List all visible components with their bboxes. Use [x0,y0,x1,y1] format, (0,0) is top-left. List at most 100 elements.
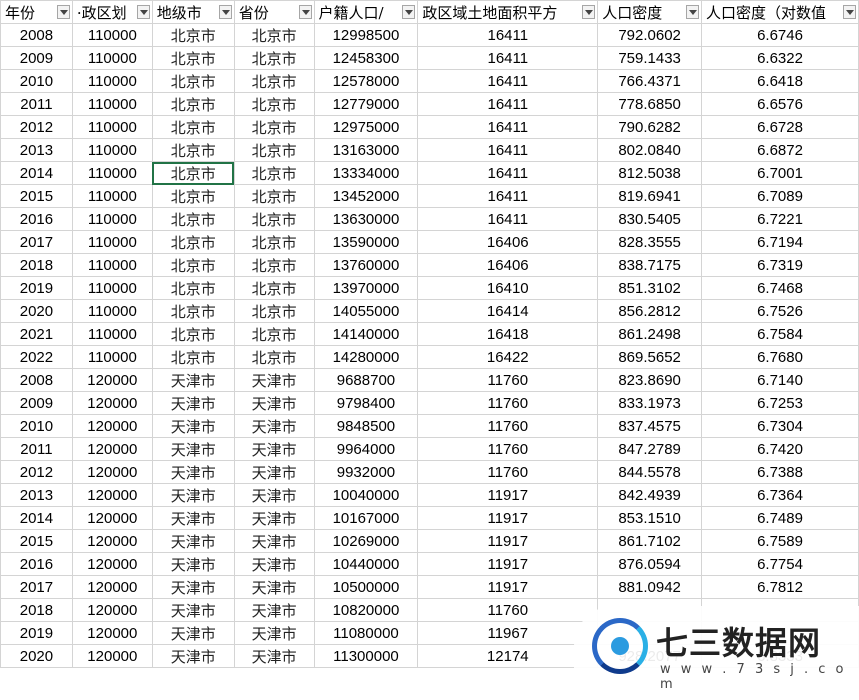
table-cell[interactable]: 北京市 [233,322,315,346]
table-cell[interactable]: 120000 [71,483,153,507]
table-cell[interactable]: 833.1973 [597,391,703,415]
table-cell[interactable]: 6.6746 [701,23,859,47]
table-cell[interactable]: 天津市 [233,460,315,484]
table-cell[interactable]: 12174 [417,644,599,668]
table-cell[interactable]: 11760 [417,414,599,438]
filter-dropdown-icon[interactable] [218,5,232,19]
table-cell[interactable]: 6.6322 [701,46,859,70]
column-header-6[interactable]: 人口密度 [597,0,703,24]
table-cell[interactable]: 天津市 [233,391,315,415]
table-cell[interactable]: 10269000 [313,529,419,553]
table-cell[interactable]: 823.8690 [597,368,703,392]
table-cell[interactable]: 11080000 [313,621,419,645]
table-cell[interactable]: 北京市 [233,299,315,323]
table-cell[interactable]: 2019 [0,621,73,645]
table-cell[interactable]: 11917 [417,575,599,599]
table-cell[interactable]: 天津市 [151,506,235,530]
table-cell[interactable]: 110000 [71,161,153,185]
filter-dropdown-icon[interactable] [843,5,856,19]
table-cell[interactable]: 110000 [71,138,153,162]
table-cell[interactable]: 12779000 [313,92,419,116]
table-cell[interactable]: 2008 [0,368,73,392]
table-cell[interactable]: 天津市 [233,598,315,622]
table-cell[interactable]: 14280000 [313,345,419,369]
table-cell[interactable]: 6.6728 [701,115,859,139]
table-cell[interactable]: 861.7102 [597,529,703,553]
table-cell[interactable]: 16411 [417,69,599,93]
table-cell[interactable]: 759.1433 [597,46,703,70]
table-cell[interactable]: 11760 [417,460,599,484]
table-cell[interactable]: 北京市 [233,46,315,70]
table-cell[interactable]: 778.6850 [597,92,703,116]
table-cell[interactable]: 天津市 [151,437,235,461]
table-cell[interactable]: 6.7589 [701,529,859,553]
filter-dropdown-icon[interactable] [298,5,312,19]
table-cell[interactable]: 790.6282 [597,115,703,139]
table-cell[interactable]: 14055000 [313,299,419,323]
table-cell[interactable]: 16411 [417,138,599,162]
table-cell[interactable]: 110000 [71,92,153,116]
table-cell[interactable]: 2019 [0,276,73,300]
table-cell[interactable]: 6.7319 [701,253,859,277]
table-cell[interactable]: 11917 [417,552,599,576]
table-cell[interactable]: 北京市 [151,161,235,185]
table-cell[interactable]: 120000 [71,621,153,645]
filter-dropdown-icon[interactable] [136,5,150,19]
table-cell[interactable]: 6.7089 [701,184,859,208]
table-cell[interactable]: 120000 [71,644,153,668]
table-cell[interactable]: 16406 [417,230,599,254]
table-cell[interactable]: 120000 [71,575,153,599]
table-cell[interactable]: 天津市 [151,621,235,645]
table-cell[interactable]: 北京市 [233,207,315,231]
table-cell[interactable]: 天津市 [151,552,235,576]
table-cell[interactable]: 6.7304 [701,414,859,438]
table-cell[interactable]: 851.3102 [597,276,703,300]
table-cell[interactable]: 110000 [71,184,153,208]
table-cell[interactable]: 110000 [71,115,153,139]
table-cell[interactable]: 北京市 [233,276,315,300]
table-cell[interactable]: 天津市 [233,483,315,507]
table-cell[interactable]: 2020 [0,299,73,323]
table-cell[interactable]: 110000 [71,345,153,369]
table-cell[interactable]: 120000 [71,460,153,484]
table-cell[interactable]: 10500000 [313,575,419,599]
table-cell[interactable]: 北京市 [233,23,315,47]
table-cell[interactable]: 792.0602 [597,23,703,47]
table-cell[interactable]: 766.4371 [597,69,703,93]
table-cell[interactable]: 2009 [0,46,73,70]
table-cell[interactable]: 北京市 [233,345,315,369]
table-cell[interactable]: 16410 [417,276,599,300]
table-cell[interactable]: 北京市 [151,322,235,346]
table-cell[interactable]: 9964000 [313,437,419,461]
table-cell[interactable]: 110000 [71,207,153,231]
table-cell[interactable]: 10440000 [313,552,419,576]
table-cell[interactable]: 853.1510 [597,506,703,530]
table-cell[interactable]: 2013 [0,138,73,162]
table-cell[interactable]: 120000 [71,552,153,576]
table-cell[interactable]: 9848500 [313,414,419,438]
table-cell[interactable]: 842.4939 [597,483,703,507]
table-cell[interactable]: 北京市 [233,161,315,185]
table-cell[interactable]: 2014 [0,161,73,185]
table-cell[interactable]: 13590000 [313,230,419,254]
table-cell[interactable]: 天津市 [233,414,315,438]
table-cell[interactable]: 13334000 [313,161,419,185]
table-cell[interactable]: 北京市 [233,92,315,116]
table-cell[interactable]: 北京市 [151,115,235,139]
table-cell[interactable]: 847.2789 [597,437,703,461]
table-cell[interactable]: 北京市 [151,23,235,47]
table-cell[interactable]: 110000 [71,23,153,47]
table-cell[interactable]: 13760000 [313,253,419,277]
table-cell[interactable]: 天津市 [233,575,315,599]
table-cell[interactable]: 110000 [71,253,153,277]
table-cell[interactable]: 北京市 [151,46,235,70]
table-cell[interactable]: 北京市 [151,207,235,231]
table-cell[interactable]: 110000 [71,46,153,70]
table-cell[interactable]: 11917 [417,506,599,530]
filter-dropdown-icon[interactable] [582,5,596,19]
table-cell[interactable]: 北京市 [151,184,235,208]
table-cell[interactable]: 天津市 [151,644,235,668]
table-cell[interactable]: 北京市 [151,253,235,277]
table-cell[interactable]: 837.4575 [597,414,703,438]
table-cell[interactable]: 16406 [417,253,599,277]
